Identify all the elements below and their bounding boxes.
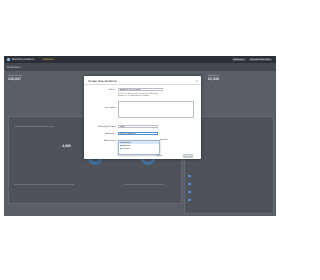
audience-label: Audience *	[105, 133, 116, 135]
dropdown-item[interactable]: Contacts	[119, 147, 159, 150]
app-bar-actions: Audiences Reusable Data Table	[232, 57, 272, 62]
interests-label: Interests	[160, 139, 168, 141]
name-label: Name *	[108, 89, 116, 91]
divider	[14, 126, 54, 127]
tab-audiences[interactable]: Audiences	[43, 58, 54, 61]
total-contacts-stat: Total Contacts 246,847	[8, 75, 22, 81]
data-table-menu-button[interactable]: Reusable Data Table	[248, 57, 272, 62]
create-audience-modal: Create New Audience ✕ Name * Audience fo…	[84, 76, 201, 159]
audience-select[interactable]: Select a Audience	[118, 132, 158, 136]
audiences-menu-button[interactable]: Audiences	[232, 57, 246, 62]
metric-1: 4,980	[62, 144, 71, 148]
page-header: Overview ▾	[4, 63, 276, 71]
create-button[interactable]: Create	[183, 154, 194, 158]
name-input[interactable]: Audience for UI Delight	[118, 88, 163, 92]
app-bar: Marketing Audience Audiences Audiences R…	[4, 56, 276, 63]
legend-item	[188, 174, 191, 177]
divider	[14, 184, 74, 185]
close-icon[interactable]: ✕	[195, 79, 198, 83]
add-interest-label: Add Interest	[104, 140, 116, 142]
circle-icon	[120, 147, 122, 150]
page-title: Overview	[7, 65, 20, 69]
stat-value: 246,847	[8, 77, 21, 81]
metric-value: 4,980	[62, 144, 71, 148]
cancel-button[interactable]: Cancel	[154, 154, 164, 158]
description-textarea[interactable]	[118, 101, 194, 118]
audience-dropdown-menu: Marketing Audience Contacts	[118, 140, 160, 155]
divider	[124, 184, 164, 185]
legend-item	[188, 182, 191, 185]
app-window: Marketing Audience Audiences Audiences R…	[4, 56, 276, 216]
marketing-params-label: Marketing Params	[98, 126, 116, 128]
legend-item	[188, 190, 191, 193]
description-label: Description	[105, 107, 116, 109]
app-logo-icon	[7, 58, 10, 61]
app-title: Marketing Audience	[12, 58, 35, 61]
stat-value: 62,938	[208, 77, 219, 81]
chevron-down-icon[interactable]: ▾	[21, 66, 22, 69]
subscribers-stat: Subscribers 62,938	[208, 75, 220, 81]
marketing-params-select[interactable]: None	[118, 125, 158, 129]
modal-title: Create New Audience	[88, 79, 118, 83]
legend-item	[188, 198, 191, 201]
name-help-text: This is an audience that is about to be …	[118, 92, 159, 97]
